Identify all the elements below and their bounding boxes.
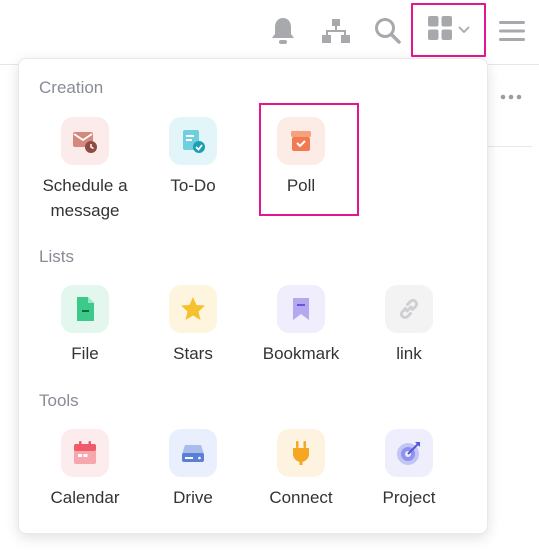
chevron-down-icon xyxy=(457,21,470,39)
app-label: Project xyxy=(382,488,436,507)
app-label: Stars xyxy=(173,344,213,363)
app-schedule-message[interactable]: Schedule a message xyxy=(31,117,139,223)
section-title-creation: Creation xyxy=(39,78,104,97)
star-icon xyxy=(169,285,217,333)
tools-grid: Calendar Drive Connect Project xyxy=(31,429,463,510)
schedule-message-icon xyxy=(61,117,109,165)
app-label: File xyxy=(71,344,99,363)
app-label: Schedule a message xyxy=(42,176,128,220)
todo-icon xyxy=(169,117,217,165)
app-label: link xyxy=(396,344,422,363)
top-header xyxy=(0,0,539,65)
app-stars[interactable]: Stars xyxy=(139,285,247,366)
poll-icon xyxy=(277,117,325,165)
plug-icon xyxy=(277,429,325,477)
more-options-icon[interactable] xyxy=(500,90,522,104)
app-todo[interactable]: To-Do xyxy=(139,117,247,223)
apps-menu-button[interactable] xyxy=(411,3,486,57)
creation-grid: Schedule a message To-Do Poll xyxy=(31,117,355,223)
drive-icon xyxy=(169,429,217,477)
lists-grid: File Stars Bookmark link xyxy=(31,285,463,366)
app-file[interactable]: File xyxy=(31,285,139,366)
app-label: To-Do xyxy=(170,176,216,195)
section-title-tools: Tools xyxy=(39,391,79,410)
app-project[interactable]: Project xyxy=(355,429,463,510)
link-icon xyxy=(385,285,433,333)
apps-dropdown: Creation Schedule a message To-Do Poll L… xyxy=(18,58,488,534)
sitemap-icon[interactable] xyxy=(321,15,351,47)
app-label: Connect xyxy=(269,488,333,507)
divider xyxy=(488,146,532,147)
file-icon xyxy=(61,285,109,333)
app-calendar[interactable]: Calendar xyxy=(31,429,139,510)
hamburger-menu-icon[interactable] xyxy=(497,15,527,47)
search-icon[interactable] xyxy=(373,15,403,47)
bell-icon[interactable] xyxy=(268,15,298,47)
app-label: Bookmark xyxy=(262,344,340,363)
calendar-icon xyxy=(61,429,109,477)
app-drive[interactable]: Drive xyxy=(139,429,247,510)
bookmark-icon xyxy=(277,285,325,333)
app-link[interactable]: link xyxy=(355,285,463,366)
app-label: Drive xyxy=(173,488,213,507)
target-icon xyxy=(385,429,433,477)
section-title-lists: Lists xyxy=(39,247,74,266)
app-bookmark[interactable]: Bookmark xyxy=(247,285,355,366)
app-label: Calendar xyxy=(50,488,120,507)
grid-apps-icon xyxy=(427,15,452,45)
app-label: Poll xyxy=(286,176,316,195)
app-connect[interactable]: Connect xyxy=(247,429,355,510)
app-poll[interactable]: Poll xyxy=(247,117,355,223)
